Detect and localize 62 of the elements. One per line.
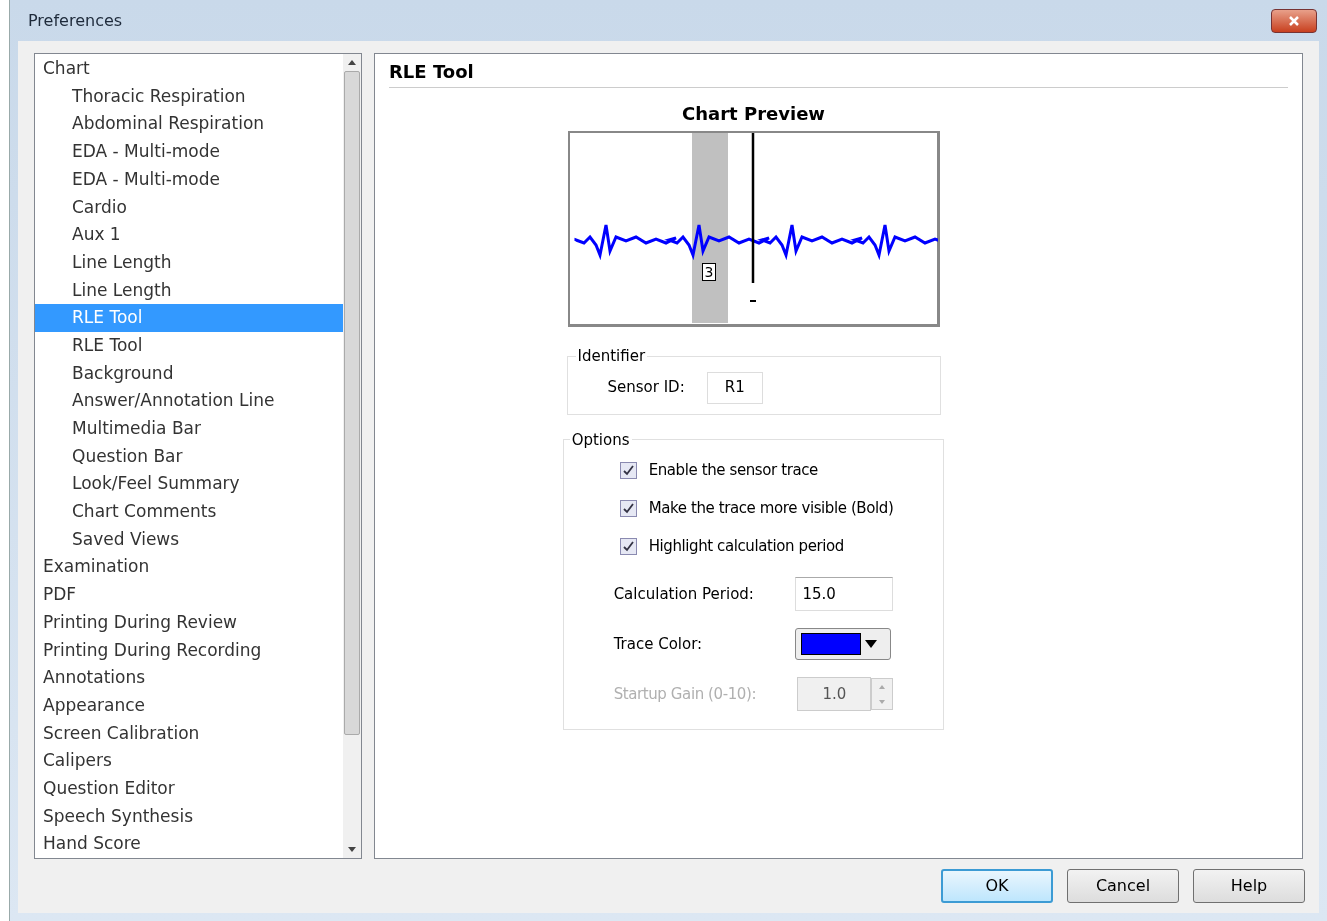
tree-item[interactable]: Printing During Recording	[35, 636, 343, 665]
dialog-button[interactable]: Cancel	[1067, 869, 1179, 903]
tree-item[interactable]: Background	[35, 359, 343, 388]
startup-gain-field: 1.0	[797, 677, 872, 712]
tree-item[interactable]: Printing During Review	[35, 608, 343, 637]
spin-up-icon	[879, 684, 886, 689]
tree-item[interactable]: Answer/Annotation Line	[35, 387, 343, 415]
tree-item[interactable]: Calipers	[35, 747, 343, 775]
tree-item[interactable]: Thoracic Respiration	[35, 82, 343, 111]
tree-item[interactable]: Abdominal Respiration	[35, 110, 343, 139]
close-button[interactable]	[1271, 8, 1317, 33]
checkbox[interactable]	[619, 461, 637, 479]
tree-item[interactable]: Question Bar	[35, 442, 343, 471]
tree-item[interactable]: EDA - Multi-mode	[35, 138, 343, 166]
tree-item[interactable]: Examination	[35, 553, 343, 582]
check-icon	[622, 464, 634, 476]
sensor-id-field[interactable]: R1	[706, 371, 763, 404]
tree-item[interactable]: Multimedia Bar	[35, 415, 343, 443]
dialog-button[interactable]: OK	[941, 869, 1053, 903]
field-label: Sensor ID:	[607, 377, 685, 399]
preview-title: Chart Preview	[682, 102, 825, 127]
panel-title: RLE Tool	[389, 58, 1288, 89]
group-legend: Identifier	[575, 345, 648, 368]
tree-item[interactable]: Aux 1	[35, 221, 343, 249]
field-label: Trace Color:	[613, 633, 703, 655]
tree-item[interactable]: Appearance	[35, 691, 343, 720]
tree-item[interactable]: Saved Views	[35, 525, 343, 554]
field-label: Startup Gain (0-10):	[613, 683, 757, 705]
tree-item[interactable]: RLE Tool	[35, 331, 343, 360]
group-legend: Options	[569, 428, 632, 452]
scroll-up-icon[interactable]	[348, 60, 356, 66]
checkbox-label: Highlight calculation period	[648, 535, 844, 557]
calculation-period-field[interactable]: 15.0	[795, 577, 894, 612]
tree-item[interactable]: Hand Score	[35, 830, 343, 858]
dialog-button[interactable]: Help	[1193, 869, 1305, 903]
color-dropdown[interactable]	[795, 628, 892, 661]
dropdown-caret-icon	[865, 640, 878, 649]
checkbox-label: Make the trace more visible (Bold)	[648, 497, 894, 519]
checkbox[interactable]	[619, 499, 637, 517]
scroll-thumb[interactable]	[344, 71, 360, 736]
checkbox-label: Enable the sensor trace	[648, 459, 818, 481]
tree-item[interactable]: Chart Comments	[35, 498, 343, 526]
scrollbar[interactable]	[343, 54, 361, 858]
checkbox[interactable]	[619, 537, 637, 555]
field-label: Calculation Period:	[613, 583, 754, 605]
tree-item[interactable]: PDF	[35, 581, 343, 609]
check-icon	[622, 502, 634, 514]
close-icon	[1288, 14, 1300, 27]
tree-item[interactable]: EDA - Multi-mode	[35, 165, 343, 194]
window-title: Preferences	[28, 9, 123, 32]
tree-item[interactable]: Line Length	[35, 276, 343, 305]
tree-item[interactable]: Cardio	[35, 193, 343, 222]
tree-item[interactable]: Speech Synthesis	[35, 802, 343, 831]
check-icon	[622, 540, 634, 552]
tree-item[interactable]: Annotations	[35, 664, 343, 692]
scroll-down-icon[interactable]	[348, 847, 356, 852]
tree-item[interactable]: Question Editor	[35, 774, 343, 803]
tree-item[interactable]: Screen Calibration	[35, 719, 343, 748]
tree-item[interactable]: Line Length	[35, 248, 343, 277]
tree-item[interactable]: Look/Feel Summary	[35, 470, 343, 499]
spin-down-icon	[879, 699, 886, 704]
tree-item[interactable]: Chart	[35, 55, 343, 83]
